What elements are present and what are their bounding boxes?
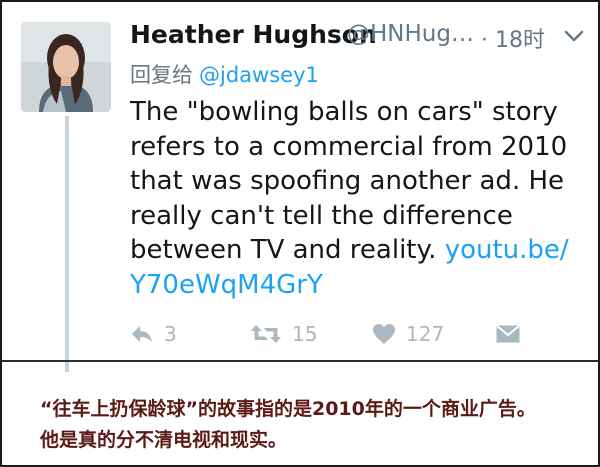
heart-icon <box>373 324 395 344</box>
reply-context: 回复给 @jdawsey1 <box>130 59 319 89</box>
reply-to-handle[interactable]: @jdawsey1 <box>199 63 319 87</box>
like-count: 127 <box>406 322 445 346</box>
reply-icon <box>132 326 152 343</box>
timestamp[interactable]: · 18时 <box>481 22 545 54</box>
translation-caption: “往车上扔保龄球”的故事指的是2010年的一个商业广告。 他是真的分不清电视和现… <box>40 394 590 456</box>
retweet-count: 15 <box>292 322 318 346</box>
caption-line-2: 他是真的分不清电视和现实。 <box>40 429 288 451</box>
direct-message-button[interactable] <box>496 317 520 351</box>
reply-count: 3 <box>164 322 177 346</box>
screenshot-frame: Heather Hughson @HNHug… · 18时 回复给 @jdawse… <box>0 0 600 467</box>
divider <box>2 360 598 362</box>
author-handle[interactable]: @HNHug… <box>347 21 474 47</box>
author-name[interactable]: Heather Hughson <box>130 20 377 49</box>
tweet-header: Heather Hughson @HNHug… · 18时 <box>130 14 590 54</box>
chevron-down-icon[interactable] <box>563 28 585 44</box>
avatar-image <box>21 22 111 112</box>
like-button[interactable]: 127 <box>372 317 444 351</box>
tweet-card: Heather Hughson @HNHug… · 18时 回复给 @jdawse… <box>2 2 598 372</box>
retweet-icon <box>251 325 281 343</box>
thread-line <box>65 116 69 372</box>
retweet-button[interactable]: 15 <box>250 317 317 351</box>
avatar[interactable] <box>21 22 111 112</box>
reply-prefix: 回复给 <box>130 63 193 87</box>
tweet-text: The "bowling balls on cars" story refers… <box>130 95 590 302</box>
caption-line-1: “往车上扔保龄球”的故事指的是2010年的一个商业广告。 <box>40 398 536 420</box>
reply-button[interactable]: 3 <box>130 317 177 351</box>
envelope-icon <box>496 325 520 343</box>
tweet-actions: 3 15 127 <box>130 317 590 351</box>
